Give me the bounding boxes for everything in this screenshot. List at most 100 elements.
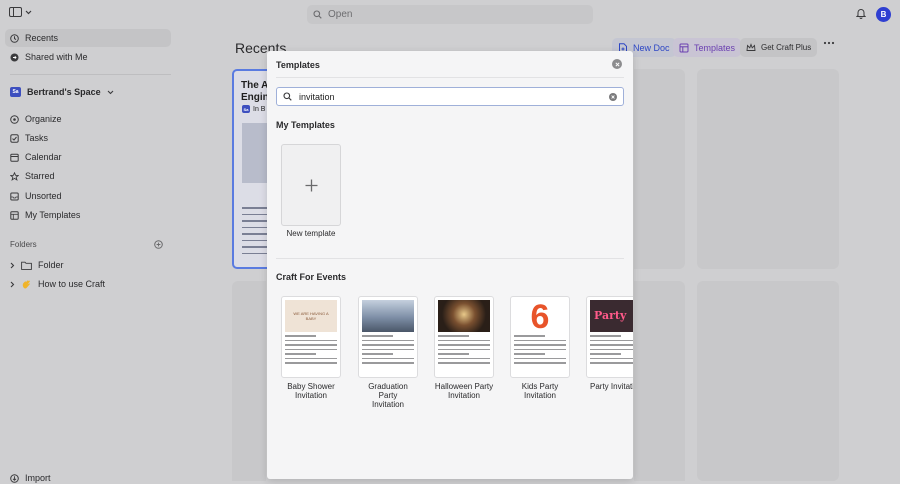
sidebar-item-label: Unsorted: [25, 191, 62, 201]
star-icon: [10, 171, 19, 181]
template-thumbnail: [434, 296, 494, 378]
template-thumbnail: 6: [510, 296, 570, 378]
recent-doc-card[interactable]: [697, 281, 839, 481]
close-icon: [614, 61, 620, 67]
import-button[interactable]: Import: [5, 469, 171, 484]
doc-text-preview: [242, 207, 270, 259]
sidebar-item-label: My Templates: [25, 210, 81, 220]
recent-doc-card[interactable]: [232, 281, 266, 481]
shared-icon: [10, 53, 19, 62]
sidebar-item-label: Organize: [25, 114, 62, 124]
chevron-right-icon: [10, 262, 15, 269]
search-icon: [313, 10, 322, 19]
tree-item-label: Folder: [38, 260, 64, 270]
sidebar-item-label: Shared with Me: [25, 52, 88, 62]
template-label: Kids Party Invitation: [521, 382, 559, 400]
new-template-label: New template: [286, 229, 336, 238]
sidebar-item-label: Tasks: [25, 133, 49, 143]
import-label: Import: [25, 473, 51, 483]
sidebar-item-starred[interactable]: Starred: [5, 167, 171, 185]
template-card[interactable]: 6 Kids Party Invitation: [510, 296, 570, 400]
recent-doc-card[interactable]: [634, 281, 685, 481]
template-label: Halloween Party Invitation: [434, 382, 494, 400]
plus-icon: [305, 179, 318, 192]
sidebar-item-recents[interactable]: Recents: [5, 29, 171, 47]
inbox-icon: [10, 192, 19, 201]
template-thumbnail: [358, 296, 418, 378]
checkbox-icon: [10, 133, 19, 143]
template-label: Baby Shower Invitation: [287, 382, 335, 400]
folders-heading: Folders: [10, 240, 37, 249]
folder-tree-item[interactable]: Folder: [10, 257, 64, 273]
templates-button[interactable]: Templates: [673, 38, 742, 57]
bell-icon[interactable]: [856, 8, 866, 19]
crown-icon: [746, 43, 756, 52]
template-card[interactable]: Party Party Invitation: [586, 296, 633, 391]
recent-doc-card[interactable]: [697, 69, 839, 269]
tree-item-label: How to use Craft: [38, 279, 106, 289]
folder-icon: [21, 261, 32, 270]
clear-search-button[interactable]: [609, 93, 617, 101]
template-thumbnail: Party: [586, 296, 633, 378]
space-label: Bertrand's Space: [27, 87, 101, 97]
recent-doc-card[interactable]: The Ar Engine Sa In B: [232, 69, 272, 269]
new-template-button[interactable]: [281, 144, 341, 226]
sidebar-item-label: Recents: [25, 33, 59, 43]
sidebar-item-tasks[interactable]: Tasks: [5, 129, 171, 147]
template-icon: [10, 210, 19, 220]
template-image: WE ARE HAVING A BABY: [285, 300, 337, 332]
calendar-icon: [10, 153, 19, 162]
template-image: 6: [514, 300, 566, 334]
get-plus-label: Get Craft Plus: [761, 43, 812, 52]
template-icon: [679, 43, 689, 53]
open-search-input[interactable]: Open: [307, 5, 593, 24]
space-switcher[interactable]: Sa Bertrand's Space: [5, 83, 171, 101]
sidebar-item-label: Calendar: [25, 152, 62, 162]
template-label: Graduation Party Invitation: [368, 382, 408, 409]
chevron-down-icon: [107, 90, 114, 95]
sidebar-item-label: Starred: [25, 171, 55, 181]
sidebar-item-unsorted[interactable]: Unsorted: [5, 187, 171, 205]
sidebar-icon: [9, 7, 22, 17]
section-divider: [276, 258, 624, 259]
avatar[interactable]: B: [876, 7, 891, 22]
add-folder-icon[interactable]: [154, 240, 163, 249]
template-image: [438, 300, 490, 332]
template-label: Party Invitation: [590, 382, 633, 391]
templates-modal: Templates My Templates New template Craf…: [267, 51, 633, 479]
doc-space-badge: Sa: [242, 105, 250, 113]
templates-label: Templates: [694, 42, 736, 53]
open-search-placeholder: Open: [328, 9, 353, 20]
chevron-down-icon: [25, 10, 32, 15]
modal-divider: [276, 77, 624, 78]
close-button[interactable]: [612, 59, 622, 69]
events-heading: Craft For Events: [276, 272, 347, 282]
clock-icon: [10, 33, 19, 43]
template-search-input[interactable]: [299, 91, 599, 102]
chevron-right-icon: [10, 281, 15, 288]
sidebar-item-shared[interactable]: Shared with Me: [5, 48, 171, 66]
sidebar-item-organize[interactable]: Organize: [5, 110, 171, 128]
how-to-use-tree-item[interactable]: How to use Craft: [10, 276, 105, 292]
template-image: Party: [590, 300, 633, 332]
my-templates-heading: My Templates: [276, 120, 335, 130]
template-image: [362, 300, 414, 332]
template-card[interactable]: Halloween Party Invitation: [434, 296, 494, 400]
template-card[interactable]: WE ARE HAVING A BABY Baby Shower Invitat…: [281, 296, 341, 400]
sidebar-item-my-templates[interactable]: My Templates: [5, 206, 171, 224]
template-card[interactable]: Graduation Party Invitation: [358, 296, 418, 409]
import-icon: [10, 473, 19, 483]
modal-title: Templates: [276, 60, 320, 70]
template-thumbnail: WE ARE HAVING A BABY: [281, 296, 341, 378]
template-search-field[interactable]: [276, 87, 624, 106]
search-icon: [283, 92, 292, 101]
clear-icon: [611, 95, 615, 99]
space-badge: Sa: [10, 87, 21, 97]
get-craft-plus-button[interactable]: Get Craft Plus: [740, 38, 818, 57]
new-doc-label: New Doc: [633, 42, 670, 53]
more-options-icon[interactable]: [823, 41, 835, 45]
sidebar-item-calendar[interactable]: Calendar: [5, 148, 171, 166]
doc-meta: In B: [253, 105, 266, 113]
sidebar-toggle-button[interactable]: [9, 7, 32, 17]
recent-doc-card[interactable]: [634, 69, 685, 269]
